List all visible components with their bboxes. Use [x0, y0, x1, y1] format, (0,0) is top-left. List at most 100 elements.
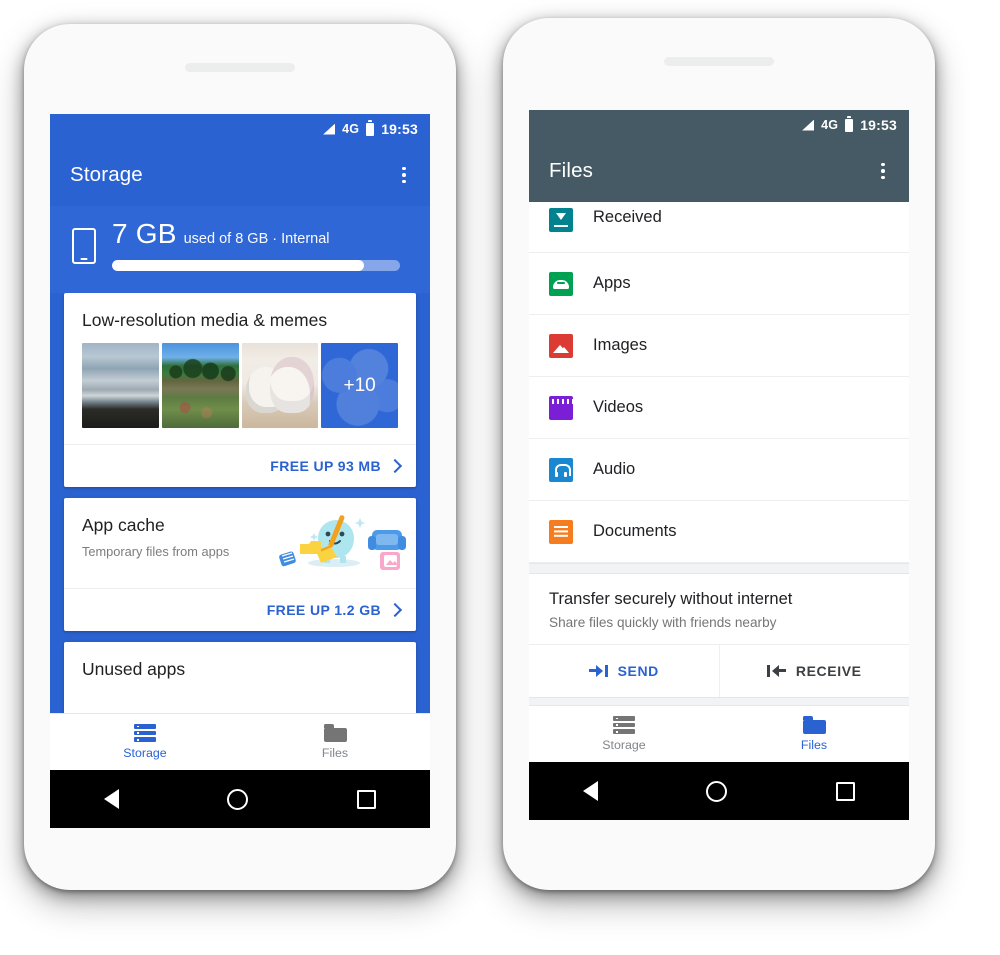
receive-button[interactable]: RECEIVE [720, 645, 910, 697]
kebab-menu-icon[interactable] [873, 161, 893, 181]
card-title: Unused apps [82, 659, 186, 679]
section-divider [529, 563, 909, 574]
card-unused-apps[interactable]: Unused apps [64, 642, 416, 713]
screenshot-stage: 4G 19:53 Storage 7 GB used of 8 GB · Int… [0, 0, 1000, 955]
kebab-menu-icon[interactable] [394, 165, 414, 185]
transfer-action-row: SEND RECEIVE [529, 644, 909, 697]
screen-storage: 4G 19:53 Storage 7 GB used of 8 GB · Int… [50, 114, 430, 828]
list-item-audio[interactable]: Audio [529, 439, 909, 501]
tab-files[interactable]: Files [719, 706, 909, 762]
free-up-media-button[interactable]: FREE UP 93 MB [64, 444, 416, 487]
receive-arrow-icon [766, 665, 786, 677]
folder-icon [802, 716, 826, 734]
list-item-label: Received [593, 208, 662, 226]
status-time: 19:53 [860, 117, 897, 133]
documents-icon [549, 519, 573, 544]
file-category-list[interactable]: Received Apps Images Videos Audio Docume… [529, 202, 909, 705]
card-title: Low-resolution media & memes [82, 310, 328, 330]
storage-used-detail: used of 8 GB · Internal [183, 231, 330, 247]
files-app: 4G 19:53 Files Received Apps Images Vide… [529, 110, 909, 820]
list-item-label: Images [593, 336, 648, 354]
phone-device-files: 4G 19:53 Files Received Apps Images Vide… [503, 18, 935, 890]
tab-label: Storage [602, 738, 646, 752]
storage-progress-fill [112, 260, 364, 271]
promo-subtitle: Share files quickly with friends nearby [549, 615, 777, 630]
earpiece-speaker [185, 63, 295, 72]
page-title: Storage [70, 163, 143, 186]
list-item-apps[interactable]: Apps [529, 253, 909, 315]
chevron-right-icon [387, 458, 403, 474]
signal-triangle-icon [802, 119, 815, 131]
tab-storage[interactable]: Storage [50, 714, 240, 770]
earpiece-speaker [664, 57, 774, 66]
screen-files: 4G 19:53 Files Received Apps Images Vide… [529, 110, 909, 820]
tab-storage[interactable]: Storage [529, 706, 719, 762]
park-crowd-thumbnail[interactable] [161, 343, 239, 428]
send-button[interactable]: SEND [529, 645, 720, 697]
back-triangle-icon[interactable] [104, 789, 120, 809]
battery-full-icon [366, 120, 375, 136]
free-up-label: FREE UP 93 MB [270, 458, 381, 474]
send-arrow-icon [588, 665, 608, 677]
status-bar: 4G 19:53 [529, 110, 909, 140]
app-bar-storage: Storage [50, 144, 430, 206]
list-item-received[interactable]: Received [529, 202, 909, 253]
recents-square-icon[interactable] [356, 789, 376, 809]
storage-icon [134, 724, 156, 742]
phone-device-storage: 4G 19:53 Storage 7 GB used of 8 GB · Int… [24, 24, 456, 890]
tab-label: Files [321, 746, 349, 760]
tab-label: Storage [123, 746, 167, 760]
storage-icon [613, 716, 635, 734]
android-apps-icon [549, 271, 573, 296]
storage-used-value: 7 GB [112, 218, 177, 249]
storage-summary: 7 GB used of 8 GB · Internal [50, 206, 430, 293]
transfer-promo: Transfer securely without internet Share… [529, 574, 909, 644]
list-item-images[interactable]: Images [529, 315, 909, 377]
received-icon [549, 208, 573, 232]
storage-progress-bar [112, 260, 400, 271]
card-low-resolution-media[interactable]: Low-resolution media & memes +10 FREE UP… [64, 293, 416, 487]
page-title: Files [549, 159, 594, 182]
videos-icon [549, 395, 573, 420]
tab-files[interactable]: Files [240, 714, 430, 770]
overflow-count: +10 [343, 374, 376, 396]
card-app-cache[interactable]: App cache Temporary files from apps FREE… [64, 498, 416, 631]
status-bar: 4G 19:53 [50, 114, 430, 144]
network-label: 4G [342, 122, 360, 136]
free-up-label: FREE UP 1.2 GB [266, 602, 381, 618]
list-item-documents[interactable]: Documents [529, 501, 909, 563]
images-icon [549, 333, 573, 358]
storage-app: 4G 19:53 Storage 7 GB used of 8 GB · Int… [50, 114, 430, 828]
chevron-right-icon [387, 602, 403, 618]
android-nav-bar [50, 770, 430, 828]
list-item-label: Audio [593, 460, 636, 478]
list-item-label: Documents [593, 522, 677, 540]
promo-title: Transfer securely without internet [549, 590, 793, 608]
home-circle-icon[interactable] [706, 780, 728, 802]
list-item-label: Videos [593, 398, 644, 416]
overflow-thumbnail[interactable]: +10 [321, 343, 398, 428]
android-nav-bar [529, 762, 909, 820]
folder-icon [323, 724, 347, 742]
cats-thumbnail[interactable] [241, 343, 319, 428]
list-item-videos[interactable]: Videos [529, 377, 909, 439]
status-time: 19:53 [381, 121, 418, 137]
network-label: 4G [821, 118, 839, 132]
bottom-tab-bar-files: Storage Files [529, 705, 909, 762]
send-label: SEND [617, 663, 659, 679]
tab-label: Files [800, 738, 828, 752]
section-divider-bottom [529, 697, 909, 705]
home-circle-icon[interactable] [227, 788, 249, 810]
list-item-label: Apps [593, 274, 631, 292]
storage-card-list[interactable]: Low-resolution media & memes +10 FREE UP… [50, 293, 430, 713]
receive-label: RECEIVE [795, 663, 862, 679]
phone-icon [72, 228, 96, 264]
thumbnail-strip: +10 [64, 343, 416, 444]
battery-full-icon [845, 116, 854, 132]
app-bar-files: Files [529, 140, 909, 202]
free-up-cache-button[interactable]: FREE UP 1.2 GB [64, 588, 416, 631]
back-triangle-icon[interactable] [583, 781, 599, 801]
recents-square-icon[interactable] [835, 781, 855, 801]
audio-icon [549, 457, 573, 482]
beach-thumbnail[interactable] [82, 343, 159, 428]
